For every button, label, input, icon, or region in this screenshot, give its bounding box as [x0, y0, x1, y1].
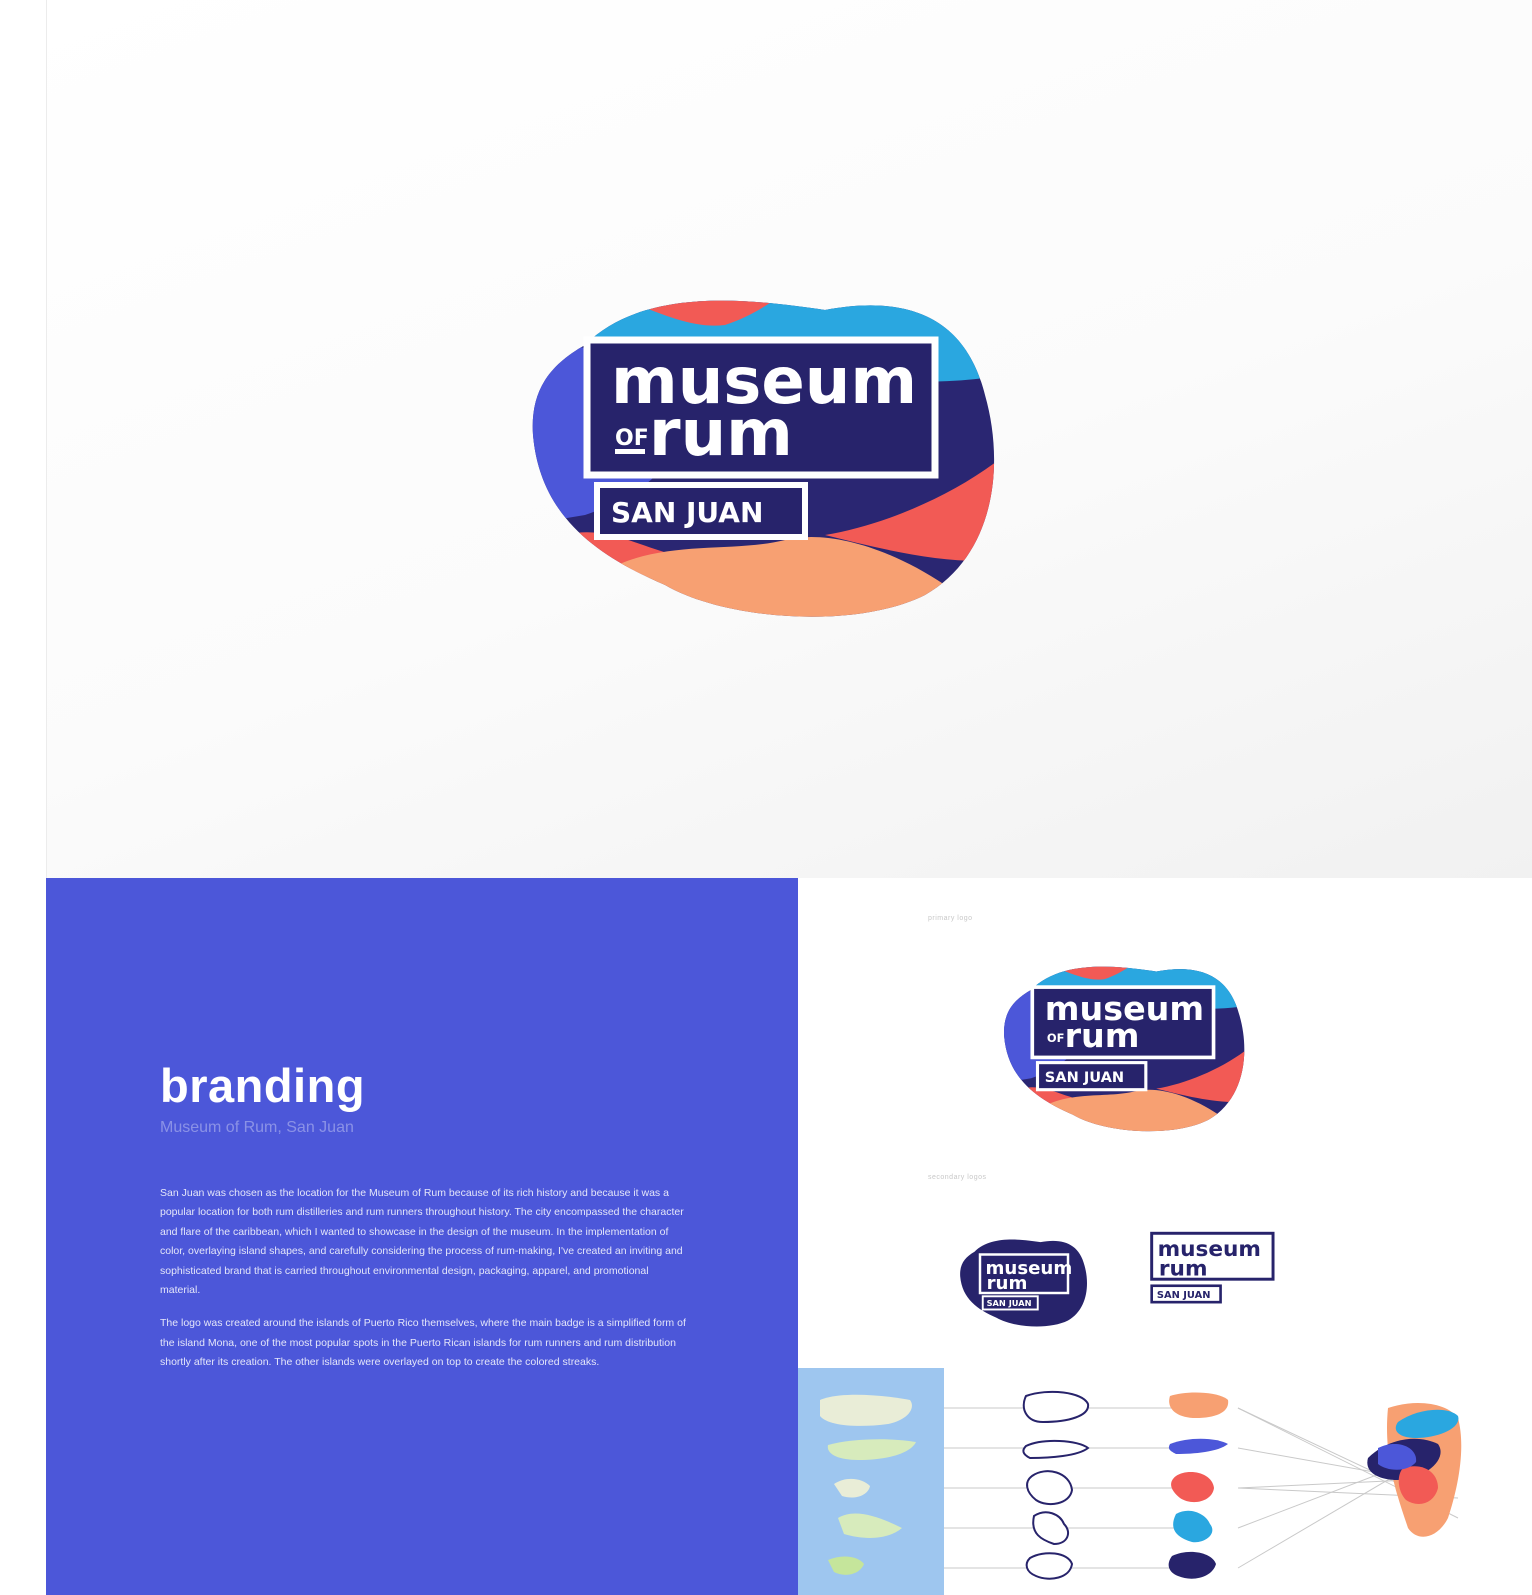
hero-section: museum OF rum SAN JUAN: [46, 0, 1532, 878]
branding-paragraph-1: San Juan was chosen as the location for …: [160, 1187, 684, 1297]
combined-island-result: [1367, 1403, 1462, 1537]
branding-subtitle: Museum of Rum, San Juan: [160, 1119, 354, 1136]
primary-logo-label: primary logo: [928, 915, 973, 922]
logo-of-underline: [615, 449, 645, 454]
secondary-logos-label: secondary logos: [928, 1174, 987, 1181]
primary-logo-word-rum: rum: [1065, 1016, 1140, 1055]
logo-word-rum: rum: [649, 397, 793, 471]
branding-body: San Juan was chosen as the location for …: [160, 1184, 688, 1387]
museum-of-rum-logo: museum OF rum SAN JUAN: [525, 285, 1005, 625]
navy-badge-location: SAN JUAN: [987, 1298, 1032, 1308]
branding-title: branding: [160, 1059, 366, 1112]
navy-badge-word-rum: rum: [987, 1273, 1028, 1294]
branding-paragraph-2: The logo was created around the islands …: [160, 1317, 686, 1369]
outline-logo-word-rum: rum: [1159, 1256, 1208, 1281]
primary-logo-location: SAN JUAN: [1045, 1069, 1124, 1086]
colored-islands: [1168, 1392, 1229, 1579]
logo-location: SAN JUAN: [611, 496, 763, 529]
primary-logo-word-of: OF: [1047, 1031, 1065, 1045]
island-construction-diagram: [820, 1390, 1462, 1580]
outline-logo-location: SAN JUAN: [1157, 1290, 1211, 1301]
island-outlines: [1022, 1390, 1090, 1580]
secondary-logo-outline: museum rum SAN JUAN: [1150, 1231, 1275, 1304]
branding-panel: branding Museum of Rum, San Juan San Jua…: [46, 878, 798, 1595]
primary-logo-small: museum OF rum SAN JUAN: [1000, 958, 1250, 1136]
logo-word-of: OF: [615, 426, 649, 451]
secondary-logo-navy-badge: museum rum SAN JUAN: [960, 1239, 1088, 1327]
map-islands: [820, 1394, 916, 1575]
